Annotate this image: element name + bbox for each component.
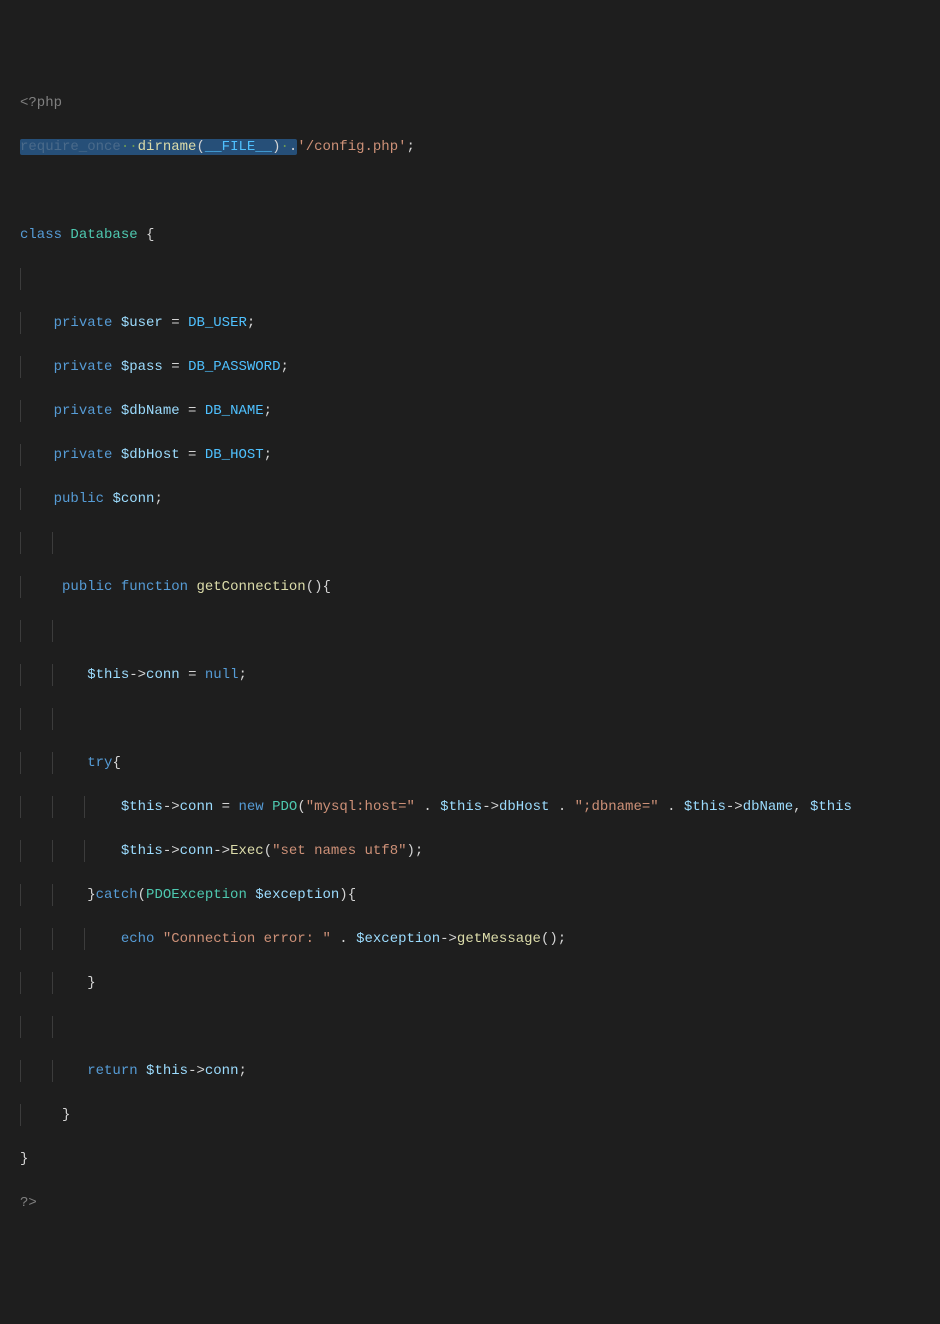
code-line[interactable]: } [20,1148,940,1170]
code-line[interactable] [20,708,940,730]
code-line[interactable]: } [20,972,940,994]
code-line[interactable]: ?> [20,1192,940,1214]
code-line[interactable] [20,268,940,290]
code-line[interactable]: public $conn; [20,488,940,510]
code-line[interactable]: return $this->conn; [20,1060,940,1082]
code-line[interactable]: $this->conn->Exec("set names utf8"); [20,840,940,862]
code-line[interactable]: } [20,1104,940,1126]
php-open-tag: <?php [20,95,62,111]
code-line[interactable]: $this->conn = null; [20,664,940,686]
code-line[interactable]: require_once··dirname(__FILE__)·.'/confi… [20,136,940,158]
code-line[interactable]: try{ [20,752,940,774]
code-line[interactable]: private $user = DB_USER; [20,312,940,334]
code-line[interactable]: }catch(PDOException $exception){ [20,884,940,906]
code-line[interactable]: private $pass = DB_PASSWORD; [20,356,940,378]
code-line[interactable]: private $dbHost = DB_HOST; [20,444,940,466]
code-line[interactable] [20,1016,940,1038]
code-line[interactable]: class Database { [20,224,940,246]
code-line[interactable] [20,180,940,202]
code-line[interactable]: private $dbName = DB_NAME; [20,400,940,422]
code-line[interactable] [20,620,940,642]
code-line[interactable]: $this->conn = new PDO("mysql:host=" . $t… [20,796,940,818]
php-close-tag: ?> [20,1195,37,1211]
code-line[interactable]: public function getConnection(){ [20,576,940,598]
code-line[interactable]: <?php [20,92,940,114]
code-line[interactable] [20,532,940,554]
code-line[interactable]: echo "Connection error: " . $exception->… [20,928,940,950]
